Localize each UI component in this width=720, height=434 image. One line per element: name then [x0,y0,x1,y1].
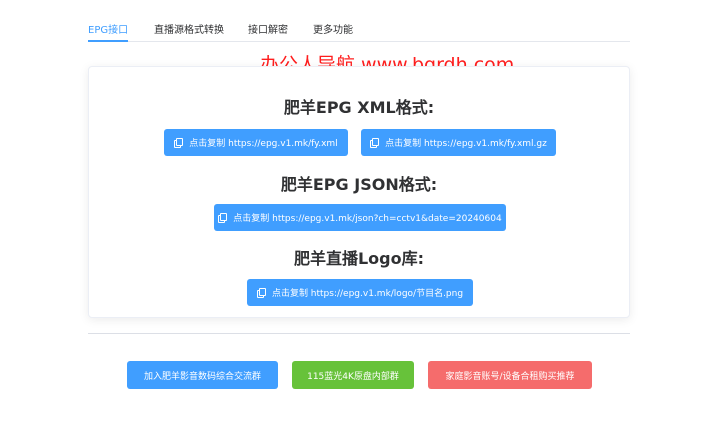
copy-icon [370,138,380,148]
copy-logo-label: 点击复制 https://epg.v1.mk/logo/节目名.png [271,289,464,299]
join-group-button[interactable]: 加入肥羊影音数码综合交流群 [127,361,278,389]
copy-json-button[interactable]: 点击复制 https://epg.v1.mk/json?ch=cctv1&dat… [214,204,506,231]
copy-json-label: 点击复制 https://epg.v1.mk/json?ch=cctv1&dat… [233,214,502,224]
json-heading: 肥羊EPG JSON格式: [280,175,438,194]
copy-logo-button[interactable]: 点击复制 https://epg.v1.mk/logo/节目名.png [247,279,473,306]
copy-icon [174,138,184,148]
tab-epg-api[interactable]: EPG接口 [88,21,128,36]
copy-icon [256,288,266,298]
account-share-button[interactable]: 家庭影音账号/设备合租购买推荐 [428,361,592,389]
bluray-group-button[interactable]: 115蓝光4K原盘内部群 [292,361,414,389]
copy-xml-gz-button[interactable]: 点击复制 https://epg.v1.mk/fy.xml.gz [361,129,556,156]
tab-api-decrypt[interactable]: 接口解密 [248,21,288,36]
copy-xml-gz-label: 点击复制 https://epg.v1.mk/fy.xml.gz [385,139,547,149]
xml-heading: 肥羊EPG XML格式: [283,98,435,117]
page: EPG接口 直播源格式转换 接口解密 更多功能 办公人导航 www.bgrdh.… [0,0,720,434]
divider [88,333,630,334]
tab-bar: EPG接口 直播源格式转换 接口解密 更多功能 [88,18,630,42]
tab-more-features[interactable]: 更多功能 [313,21,353,36]
copy-icon [218,213,228,223]
logo-heading: 肥羊直播Logo库: [293,249,425,268]
copy-xml-label: 点击复制 https://epg.v1.mk/fy.xml [189,139,338,149]
copy-xml-button[interactable]: 点击复制 https://epg.v1.mk/fy.xml [164,129,348,156]
active-tab-indicator [88,40,128,42]
tab-stream-converter[interactable]: 直播源格式转换 [154,21,224,36]
epg-card: 肥羊EPG XML格式: 点击复制 https://epg.v1.mk/fy.x… [88,66,630,318]
